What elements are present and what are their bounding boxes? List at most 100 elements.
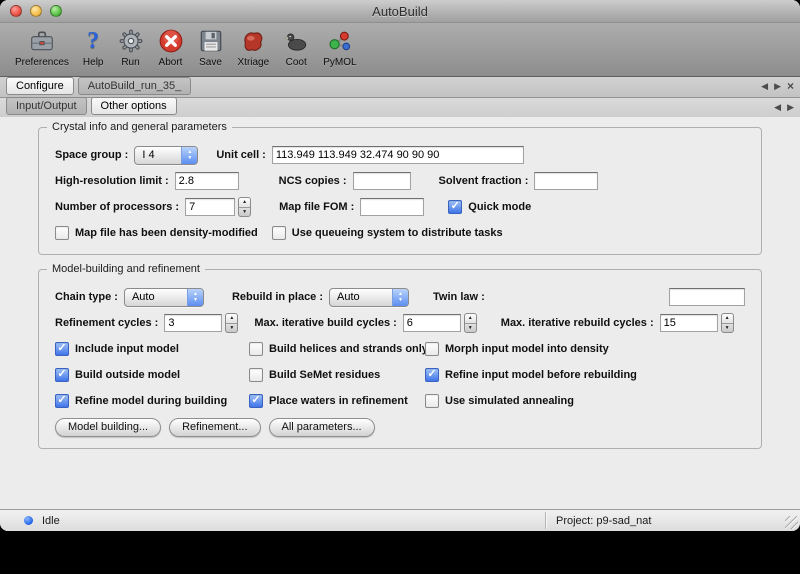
all-parameters-button[interactable]: All parameters...: [269, 418, 375, 437]
toolbar-button-xtriage[interactable]: Xtriage: [231, 25, 277, 69]
ncs-copies-input[interactable]: [353, 172, 411, 190]
window-title: AutoBuild: [372, 4, 428, 19]
tab-autobuild-run-35[interactable]: AutoBuild_run_35_: [78, 77, 192, 95]
statusbar: Idle Project: p9-sad_nat: [0, 509, 800, 531]
chain-type-value: Auto: [125, 289, 187, 306]
toolbar-label: Run: [121, 57, 139, 68]
tab-close-icon[interactable]: [787, 81, 794, 92]
checkbox-build-helices-strands[interactable]: Build helices and strands only: [249, 342, 425, 356]
checkbox-build-outside-model[interactable]: Build outside model: [55, 368, 249, 382]
checkbox-morph-input-model[interactable]: Morph input model into density: [425, 342, 609, 356]
checkbox-box: [448, 200, 462, 214]
processors-stepper[interactable]: [238, 197, 251, 217]
statusbar-divider: [545, 512, 546, 529]
refinement-button[interactable]: Refinement...: [169, 418, 260, 437]
crystal-info-group: Crystal info and general parameters Spac…: [38, 127, 762, 255]
save-icon: [198, 26, 224, 56]
processors-label: Number of processors :: [55, 201, 179, 213]
twin-law-label: Twin law :: [433, 291, 485, 303]
checkbox-label: Use simulated annealing: [445, 395, 574, 407]
checkbox-label: Include input model: [75, 343, 179, 355]
toolbar-button-pymol[interactable]: PyMOL: [316, 25, 363, 69]
checkbox-place-waters[interactable]: Place waters in refinement: [249, 394, 425, 408]
checkbox-simulated-annealing[interactable]: Use simulated annealing: [425, 394, 574, 408]
rebuild-cycles-input[interactable]: [660, 314, 718, 332]
checkbox-label: Quick mode: [468, 201, 531, 213]
checkbox-density-modified[interactable]: Map file has been density-modified: [55, 226, 258, 240]
tab-label: Other options: [101, 100, 167, 112]
tab-configure[interactable]: Configure: [6, 77, 74, 95]
checkbox-build-semet[interactable]: Build SeMet residues: [249, 368, 425, 382]
checkbox-queueing-system[interactable]: Use queueing system to distribute tasks: [272, 226, 503, 240]
crystal-row-2: High-resolution limit : NCS copies : Sol…: [55, 168, 745, 194]
chain-type-label: Chain type :: [55, 291, 118, 303]
tab-scroll-right-icon[interactable]: [774, 81, 781, 91]
tab-label: Configure: [16, 80, 64, 92]
minimize-window-button[interactable]: [30, 5, 42, 17]
other-options-panel: Crystal info and general parameters Spac…: [0, 117, 800, 509]
resize-grip[interactable]: [785, 516, 798, 529]
checkbox-box: [55, 342, 69, 356]
checkbox-box: [55, 394, 69, 408]
solvent-fraction-input[interactable]: [534, 172, 598, 190]
unit-cell-input[interactable]: [272, 146, 524, 164]
rebuild-in-place-value: Auto: [330, 289, 392, 306]
checkbox-box: [425, 342, 439, 356]
toolbar-label: Preferences: [15, 57, 69, 68]
processors-input[interactable]: [185, 198, 235, 216]
build-cycles-input[interactable]: [403, 314, 461, 332]
status-indicator-icon: [24, 516, 33, 525]
toolbar-button-help[interactable]: ? Help: [76, 25, 111, 69]
abort-icon: [158, 26, 184, 56]
dropdown-arrows-icon: [187, 289, 203, 306]
titlebar[interactable]: AutoBuild: [0, 0, 800, 23]
autobuild-window: AutoBuild Preferences ? Help: [0, 0, 800, 531]
tab-navigation: [761, 77, 794, 95]
zoom-window-button[interactable]: [50, 5, 62, 17]
high-resolution-input[interactable]: [175, 172, 239, 190]
model-building-button[interactable]: Model building...: [55, 418, 161, 437]
checkbox-refine-before-rebuilding[interactable]: Refine input model before rebuilding: [425, 368, 637, 382]
tab-scroll-left-icon[interactable]: [761, 81, 768, 91]
chain-type-dropdown[interactable]: Auto: [124, 288, 204, 307]
model-checkbox-row-3: Refine model during building Place water…: [55, 388, 745, 414]
tab-label: AutoBuild_run_35_: [88, 80, 182, 92]
options-tabstrip: Input/Output Other options: [0, 98, 800, 118]
model-row-1: Chain type : Auto Rebuild in place : Aut…: [55, 284, 745, 310]
checkbox-label: Map file has been density-modified: [75, 227, 258, 239]
checkbox-box: [425, 394, 439, 408]
space-group-dropdown[interactable]: I 4: [134, 146, 198, 165]
toolbar-button-abort[interactable]: Abort: [151, 25, 191, 69]
run-gear-icon: [118, 26, 144, 56]
tab-scroll-right-icon[interactable]: [787, 102, 794, 112]
refinement-cycles-stepper[interactable]: [225, 313, 238, 333]
twin-law-input[interactable]: [669, 288, 745, 306]
checkbox-quick-mode[interactable]: Quick mode: [448, 200, 531, 214]
dropdown-arrows-icon: [181, 147, 197, 164]
toolbar-label: Coot: [286, 57, 307, 68]
toolbar-label: Xtriage: [238, 57, 270, 68]
document-tabstrip: Configure AutoBuild_run_35_: [0, 77, 800, 98]
rebuild-in-place-dropdown[interactable]: Auto: [329, 288, 409, 307]
checkbox-refine-during-building[interactable]: Refine model during building: [55, 394, 249, 408]
tab-scroll-left-icon[interactable]: [774, 102, 781, 112]
toolbar-button-preferences[interactable]: Preferences: [8, 25, 76, 69]
build-cycles-stepper[interactable]: [464, 313, 477, 333]
checkbox-label: Use queueing system to distribute tasks: [292, 227, 503, 239]
solvent-fraction-label: Solvent fraction :: [439, 175, 529, 187]
tab-other-options[interactable]: Other options: [91, 97, 177, 115]
rebuild-cycles-stepper[interactable]: [721, 313, 734, 333]
toolbar-label: Abort: [159, 57, 183, 68]
toolbar-button-save[interactable]: Save: [191, 25, 231, 69]
model-building-group: Model-building and refinement Chain type…: [38, 269, 762, 449]
refinement-cycles-input[interactable]: [164, 314, 222, 332]
checkbox-label: Refine model during building: [75, 395, 227, 407]
map-fom-input[interactable]: [360, 198, 424, 216]
toolbar-button-run[interactable]: Run: [111, 25, 151, 69]
checkbox-label: Refine input model before rebuilding: [445, 369, 637, 381]
checkbox-include-input-model[interactable]: Include input model: [55, 342, 249, 356]
close-window-button[interactable]: [10, 5, 22, 17]
checkbox-box: [249, 394, 263, 408]
toolbar-button-coot[interactable]: Coot: [276, 25, 316, 69]
tab-input-output[interactable]: Input/Output: [6, 97, 87, 115]
